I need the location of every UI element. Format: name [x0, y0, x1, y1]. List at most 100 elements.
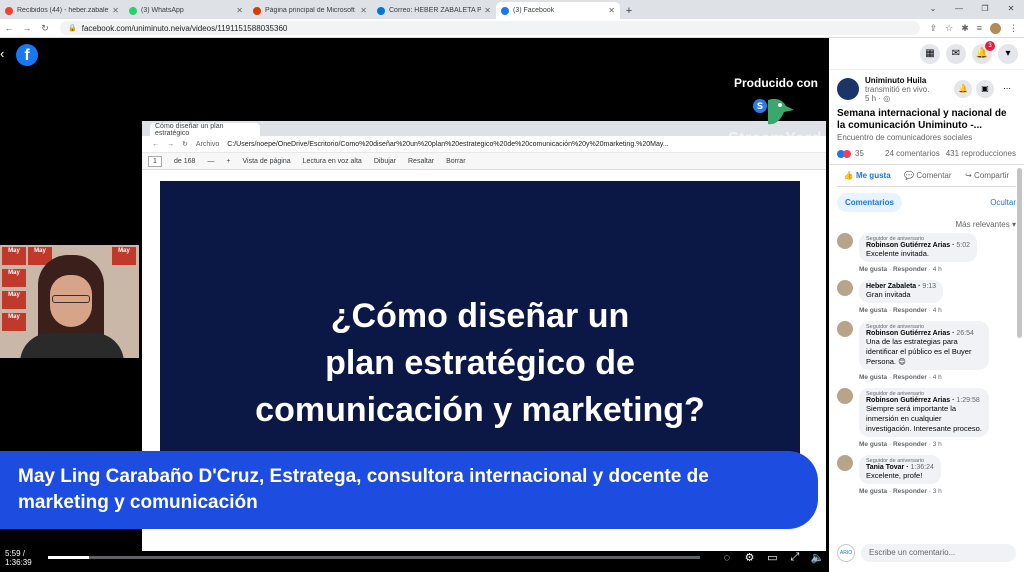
profile-avatar[interactable]: [990, 22, 1001, 34]
comment-bubble: Seguidor de aniversario Robinson Gutiérre…: [859, 233, 978, 262]
sort-dropdown[interactable]: Más relevantes ▾: [829, 220, 1024, 229]
gmail-icon: [5, 6, 13, 15]
more-options-icon[interactable]: ⋯: [998, 80, 1016, 98]
volume-icon[interactable]: 🔈: [806, 551, 829, 564]
maximize-icon[interactable]: ❐: [972, 0, 998, 19]
settings-gear-icon[interactable]: ⚙: [738, 551, 761, 564]
bell-icon[interactable]: 🔔: [954, 80, 972, 98]
close-icon[interactable]: ✕: [608, 6, 615, 15]
window-controls: ⌄ — ❐ ✕: [920, 0, 1024, 19]
like-comment-button[interactable]: Me gusta: [859, 488, 887, 495]
video-progress-bar[interactable]: [48, 556, 700, 559]
extensions-icon[interactable]: ✱: [961, 23, 969, 34]
minimize-icon[interactable]: —: [946, 0, 972, 19]
reply-button[interactable]: Responder: [893, 374, 927, 381]
presentation-slide: ¿Cómo diseñar un plan estratégico de com…: [160, 181, 800, 481]
commenter-avatar[interactable]: [837, 280, 853, 296]
reply-button[interactable]: Responder: [893, 266, 927, 273]
tab-office[interactable]: Página principal de Microsoft Of...✕: [248, 2, 372, 19]
like-button[interactable]: 👍 Me gusta: [844, 171, 891, 180]
post-actions: 👍 Me gusta 💬 Comentar ↪ Compartir: [837, 165, 1016, 187]
scrollbar[interactable]: [1017, 168, 1022, 338]
video-controls: 5:59 / 1:36:39 ◌ ⚙ ▭ ⤢ 🔈: [0, 543, 829, 572]
like-comment-button[interactable]: Me gusta: [859, 307, 887, 314]
tab-gmail[interactable]: Recibidos (44) - heber.zabaleta@...✕: [0, 2, 124, 19]
office-icon: [253, 6, 261, 15]
menu-grid-icon[interactable]: ▦: [920, 43, 940, 64]
comments-list: Seguidor de aniversario Robinson Gutiérre…: [829, 229, 1024, 519]
facebook-logo-icon[interactable]: f: [16, 44, 38, 66]
new-tab-button[interactable]: +: [620, 2, 638, 19]
close-icon[interactable]: ✕: [236, 6, 243, 15]
address-bar: ← → ↻ 🔒 facebook.com/uniminuto.neiva/vid…: [0, 19, 1024, 38]
comment-bubble: Seguidor de aniversario Robinson Gutiérre…: [859, 388, 989, 437]
fullscreen-icon[interactable]: ⤢: [784, 551, 807, 564]
commenter-avatar[interactable]: [837, 233, 853, 249]
close-icon[interactable]: ✕: [112, 6, 119, 15]
list-item: Seguidor de aniversario Robinson Gutiérre…: [837, 321, 1016, 381]
messenger-icon[interactable]: ✉: [946, 43, 966, 64]
back-arrow-icon[interactable]: ←: [0, 23, 18, 33]
comments-filter-tab[interactable]: Comentarios: [837, 193, 902, 212]
close-window-icon[interactable]: ✕: [998, 0, 1024, 19]
post-description: Encuentro de comunicadores sociales: [837, 133, 973, 142]
hide-button[interactable]: Ocultar: [990, 198, 1016, 207]
commenter-avatar[interactable]: [837, 321, 853, 337]
list-item: Heber Zabaleta · 9:13 Gran invitada Me gus…: [837, 280, 1016, 314]
notifications-bell-icon[interactable]: 🔔 3: [972, 40, 995, 64]
captions-icon[interactable]: ◌: [716, 552, 739, 564]
tab-whatsapp[interactable]: (3) WhatsApp ✕: [124, 2, 248, 19]
url-input[interactable]: 🔒 facebook.com/uniminuto.neiva/videos/11…: [60, 21, 920, 35]
comment-input[interactable]: Escribe un comentario...: [861, 544, 1016, 562]
like-comment-button[interactable]: Me gusta: [859, 374, 887, 381]
tab-facebook[interactable]: (3) Facebook ✕: [496, 2, 620, 19]
reading-list-icon[interactable]: ≡: [977, 23, 982, 34]
browser-tab-bar: Recibidos (44) - heber.zabaleta@...✕ (3)…: [0, 0, 1024, 19]
user-avatar[interactable]: ARIO: [837, 544, 855, 562]
comment-bubble: Seguidor de aniversario Tania Tovar · 1:3…: [859, 455, 941, 484]
comment-button[interactable]: 💬 Comentar: [904, 171, 951, 180]
share-icon[interactable]: ⇪: [930, 23, 938, 34]
miniplayer-icon[interactable]: ▭: [761, 551, 784, 564]
bookmark-star-icon[interactable]: ☆: [945, 23, 953, 34]
forward-arrow-icon[interactable]: →: [18, 23, 36, 33]
slide-title: ¿Cómo diseñar un plan estratégico de com…: [255, 297, 705, 429]
account-dropdown-icon[interactable]: ▾: [998, 43, 1018, 64]
page-name[interactable]: Uniminuto Huila: [865, 76, 929, 85]
producer-label: Producido con: [734, 76, 818, 90]
close-icon[interactable]: ✕: [360, 6, 367, 15]
facebook-icon: [501, 6, 509, 15]
share-button[interactable]: ↪ Compartir: [965, 171, 1009, 180]
outlook-icon: [377, 6, 385, 15]
tab-outlook[interactable]: Correo: HEBER ZABALETA PARRA...✕: [372, 2, 496, 19]
close-icon[interactable]: ✕: [484, 6, 491, 15]
reply-button[interactable]: Responder: [893, 441, 927, 448]
like-comment-button[interactable]: Me gusta: [859, 266, 887, 273]
post-stats: 35 24 comentarios 431 reproducciones: [829, 143, 1024, 165]
video-time: 5:59 / 1:36:39: [5, 548, 32, 567]
love-reaction-icon: [843, 149, 851, 158]
reload-icon[interactable]: ↻: [36, 23, 54, 34]
like-comment-button[interactable]: Me gusta: [859, 441, 887, 448]
speaker-webcam: May May May May May May: [0, 245, 139, 358]
list-item: Seguidor de aniversario Robinson Gutiérre…: [837, 388, 1016, 448]
menu-dots-icon[interactable]: ⋮: [1009, 23, 1018, 34]
list-item: Seguidor de aniversario Tania Tovar · 1:3…: [837, 455, 1016, 495]
reply-button[interactable]: Responder: [893, 488, 927, 495]
comment-bubble: Seguidor de aniversario Robinson Gutiérre…: [859, 321, 989, 370]
save-icon[interactable]: ▣: [976, 80, 994, 98]
reply-button[interactable]: Responder: [893, 307, 927, 314]
comment-bubble: Heber Zabaleta · 9:13 Gran invitada: [859, 280, 944, 303]
lock-icon: 🔒: [68, 25, 77, 32]
post-header: Uniminuto Huila transmitió en vivo. 5 h …: [829, 70, 1024, 108]
comment-composer: ARIO Escribe un comentario...: [829, 542, 1024, 564]
svg-text:S: S: [757, 102, 763, 112]
close-video-icon[interactable]: ‹: [0, 46, 4, 61]
video-player[interactable]: ‹ f Cómo diseñar un plan estratégico ← → ↻…: [0, 38, 829, 572]
commenter-avatar[interactable]: [837, 388, 853, 404]
tab-search-icon[interactable]: ⌄: [920, 0, 946, 19]
page-avatar[interactable]: [837, 78, 859, 100]
commenter-avatar[interactable]: [837, 455, 853, 471]
comments-panel: ▦ ✉ 🔔 3 ▾ Uniminuto Huila transmitió en v…: [829, 38, 1024, 572]
globe-icon: ◎: [883, 93, 891, 103]
